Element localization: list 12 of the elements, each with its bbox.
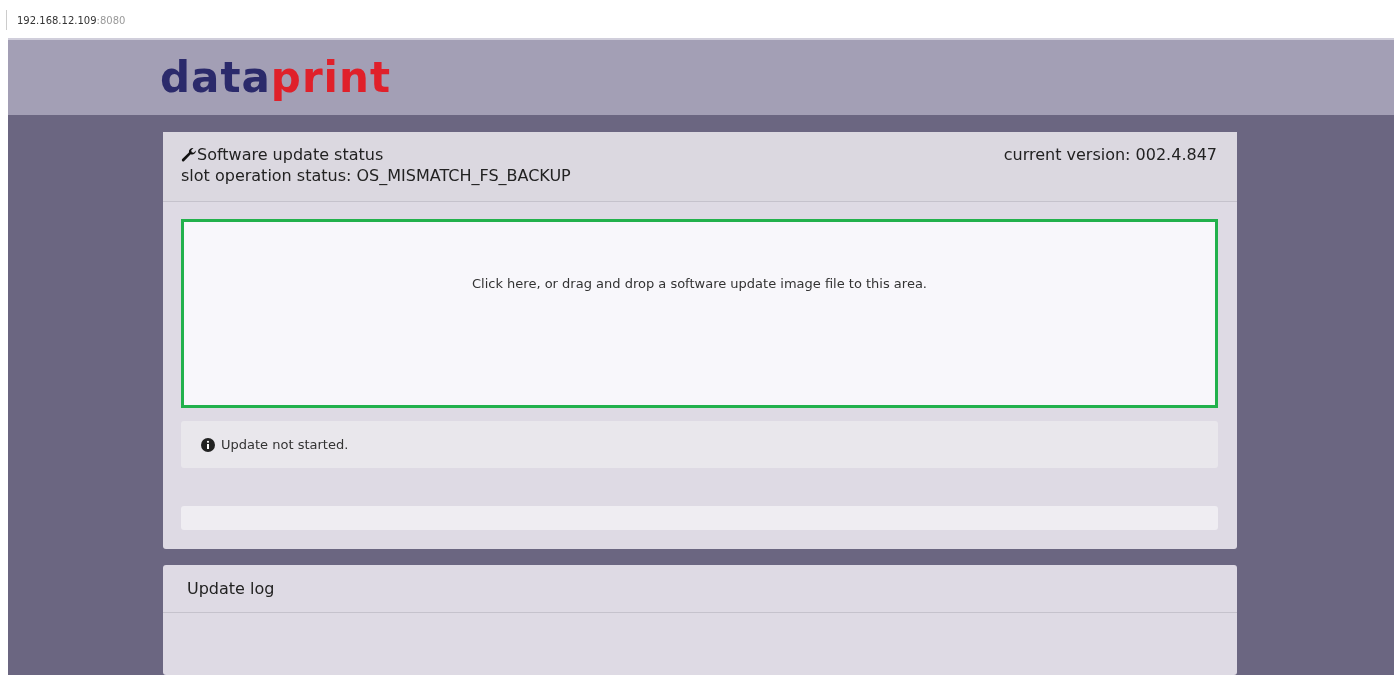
address-bar[interactable]: 192.168.12.109:8080 xyxy=(6,10,126,30)
logo: dataprint xyxy=(160,56,391,99)
drop-zone[interactable]: Click here, or drag and drop a software update image file to this area. xyxy=(181,219,1218,408)
url-port: :8080 xyxy=(96,14,126,26)
info-icon xyxy=(201,437,215,452)
wrench-icon xyxy=(181,146,197,163)
url-host: 192.168.12.109 xyxy=(17,14,97,26)
panel-title: Software update status xyxy=(197,145,384,164)
slot-status: slot operation status: OS_MISMATCH_FS_BACKUP xyxy=(181,166,571,185)
status-message: Update not started. xyxy=(221,437,349,452)
version-text: current version: 002.4.847 xyxy=(1003,145,1217,166)
log-title: Update log xyxy=(187,579,275,598)
